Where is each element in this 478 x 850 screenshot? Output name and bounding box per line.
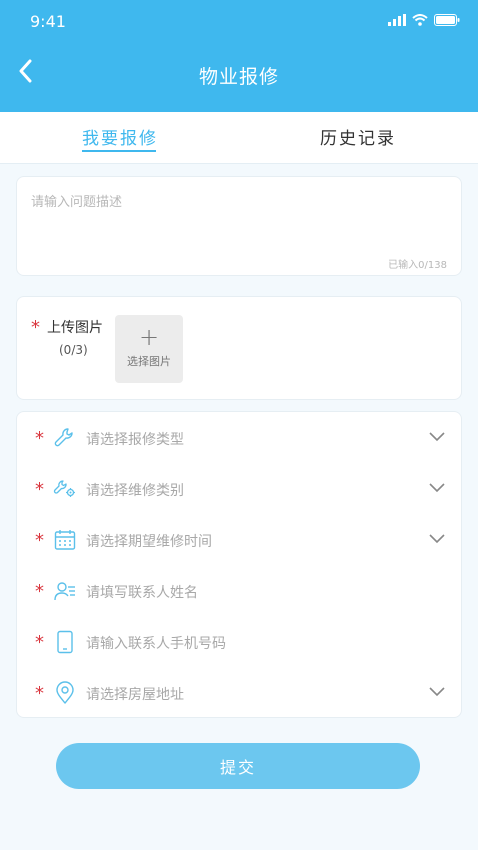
required-mark: * [35,632,44,653]
cellular-signal-icon [388,14,406,26]
select-image-button[interactable]: + 选择图片 [115,315,183,383]
required-mark: * [35,581,44,602]
page-title: 物业报修 [198,66,279,88]
tab-history[interactable]: 历史记录 [320,124,396,149]
upload-count: (0/3) [59,343,88,357]
required-mark: * [35,428,44,449]
repair-category-select[interactable]: * 请选择维修类别 [17,465,461,515]
status-time: 9:41 [30,12,66,31]
battery-icon [434,14,460,26]
submit-button[interactable]: 提交 [56,743,420,789]
contact-phone-input[interactable]: * 请输入联系人手机号码 [17,618,461,668]
character-counter: 已输入0/138 [388,260,447,271]
required-mark: * [35,683,44,704]
chevron-down-icon [429,432,445,442]
description-input[interactable] [31,191,449,247]
wrench-gear-icon [53,480,75,497]
app-header: 9:41 物业报修 [0,0,478,112]
repair-category-placeholder: 请选择维修类别 [86,483,184,499]
location-pin-icon [56,681,74,704]
description-card: 已输入0/138 [16,176,462,276]
active-tab-indicator [82,150,156,152]
chevron-down-icon [429,483,445,493]
house-address-select[interactable]: * 请选择房屋地址 [17,669,461,719]
contact-name-input[interactable]: * 请填写联系人姓名 [17,567,461,617]
expected-time-select[interactable]: * 请选择期望维修时间 [17,516,461,566]
expected-time-placeholder: 请选择期望维修时间 [86,534,212,550]
calendar-icon [54,530,76,550]
tab-bar: 我要报修 历史记录 [0,112,478,164]
status-icons [388,14,460,26]
upload-label: 上传图片 [47,320,103,336]
wifi-icon [412,14,428,26]
plus-icon: + [138,323,160,351]
required-mark: * [35,530,44,551]
chevron-down-icon [429,534,445,544]
house-address-placeholder: 请选择房屋地址 [86,687,184,703]
wrench-icon [54,428,73,447]
repair-type-placeholder: 请选择报修类型 [86,432,184,448]
tab-repair-request[interactable]: 我要报修 [82,124,158,149]
phone-icon [57,630,73,654]
upload-card: * 上传图片 (0/3) + 选择图片 [16,296,462,400]
form-card: * 请选择报修类型 * 请选择维修类别 * 请选择期望维修时间 * 请填写联系人… [16,411,462,718]
chevron-down-icon [429,687,445,697]
required-mark: * [35,479,44,500]
contact-phone-placeholder: 请输入联系人手机号码 [86,636,226,652]
select-image-label: 选择图片 [127,355,171,368]
required-mark: * [31,317,40,338]
contact-name-placeholder: 请填写联系人姓名 [86,585,198,601]
contact-person-icon [54,582,75,601]
repair-type-select[interactable]: * 请选择报修类型 [17,414,461,464]
